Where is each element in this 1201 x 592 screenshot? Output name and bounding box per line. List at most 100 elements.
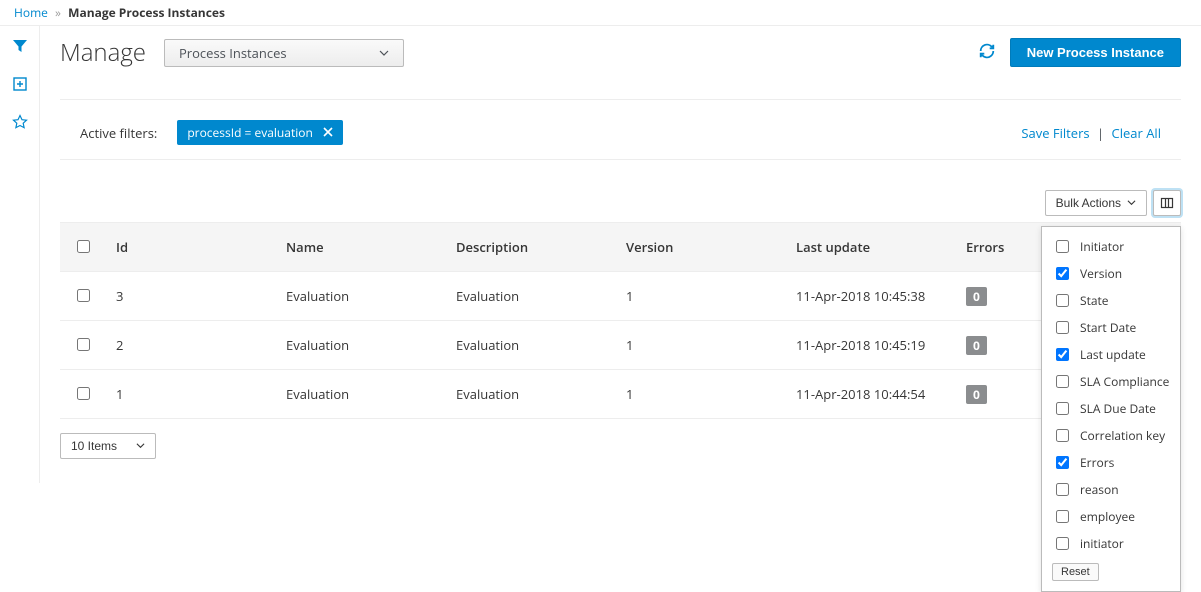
cell-last-update: 11-Apr-2018 10:45:38 — [786, 272, 956, 321]
breadcrumb-current: Manage Process Instances — [68, 4, 225, 21]
cell-id: 2 — [106, 321, 276, 370]
column-option[interactable]: Errors — [1052, 449, 1170, 476]
column-option-label: Correlation key — [1080, 427, 1165, 444]
col-header-last-update[interactable]: Last update — [786, 223, 956, 272]
cell-description: Evaluation — [446, 370, 616, 419]
breadcrumb: Home » Manage Process Instances — [0, 0, 1201, 25]
left-rail — [0, 26, 40, 483]
col-header-description[interactable]: Description — [446, 223, 616, 272]
column-option[interactable]: Version — [1052, 260, 1170, 287]
save-filters-link[interactable]: Save Filters — [1021, 124, 1089, 142]
table-header-row: Id Name Description Version Last update … — [60, 223, 1181, 272]
filter-chip[interactable]: processId = evaluation — [177, 120, 343, 145]
column-option[interactable]: initiator — [1052, 530, 1170, 557]
column-option-label: employee — [1080, 508, 1135, 525]
column-option-checkbox[interactable] — [1056, 321, 1069, 334]
chevron-down-icon — [136, 439, 145, 453]
column-option[interactable]: Correlation key — [1052, 422, 1170, 449]
cell-description: Evaluation — [446, 321, 616, 370]
column-option-label: Version — [1080, 265, 1122, 282]
table-row[interactable]: 3EvaluationEvaluation111-Apr-2018 10:45:… — [60, 272, 1181, 321]
row-checkbox[interactable] — [77, 387, 90, 400]
cell-last-update: 11-Apr-2018 10:45:19 — [786, 321, 956, 370]
clear-all-link[interactable]: Clear All — [1112, 124, 1161, 142]
column-option-label: State — [1080, 292, 1109, 309]
expand-icon[interactable] — [12, 76, 28, 96]
column-option-label: Start Date — [1080, 319, 1136, 336]
filter-icon[interactable] — [12, 38, 28, 58]
process-table: Id Name Description Version Last update … — [60, 222, 1181, 419]
column-option-checkbox[interactable] — [1056, 402, 1069, 415]
column-option-checkbox[interactable] — [1056, 294, 1069, 307]
cell-version: 1 — [616, 370, 786, 419]
table-toolbar: Bulk Actions — [60, 190, 1181, 216]
column-option-checkbox[interactable] — [1056, 537, 1069, 550]
page-size-select[interactable]: 10 Items — [60, 433, 156, 459]
column-option-checkbox[interactable] — [1056, 483, 1069, 496]
column-option-label: Last update — [1080, 346, 1146, 363]
perspective-select-label: Process Instances — [179, 44, 287, 62]
chevron-down-icon — [379, 44, 389, 62]
column-option-checkbox[interactable] — [1056, 240, 1069, 253]
star-icon[interactable] — [12, 114, 28, 134]
errors-badge: 0 — [966, 287, 987, 306]
cell-version: 1 — [616, 321, 786, 370]
column-option-label: Errors — [1080, 454, 1114, 471]
col-header-errors[interactable]: Errors — [956, 223, 1026, 272]
col-header-id[interactable]: Id — [106, 223, 276, 272]
perspective-select[interactable]: Process Instances — [164, 39, 404, 67]
breadcrumb-home[interactable]: Home — [14, 4, 48, 21]
cell-id: 3 — [106, 272, 276, 321]
cell-name: Evaluation — [276, 272, 446, 321]
select-all-checkbox[interactable] — [77, 240, 90, 253]
breadcrumb-separator: » — [51, 4, 65, 21]
column-option-checkbox[interactable] — [1056, 267, 1069, 280]
cell-name: Evaluation — [276, 370, 446, 419]
column-option-checkbox[interactable] — [1056, 375, 1069, 388]
bulk-actions-label: Bulk Actions — [1056, 196, 1121, 210]
column-option-checkbox[interactable] — [1056, 429, 1069, 442]
column-option[interactable]: reason — [1052, 476, 1170, 503]
column-option-checkbox[interactable] — [1056, 456, 1069, 469]
row-checkbox[interactable] — [77, 338, 90, 351]
close-icon[interactable] — [323, 124, 333, 141]
cell-description: Evaluation — [446, 272, 616, 321]
active-filters-label: Active filters: — [80, 124, 157, 142]
column-option-checkbox[interactable] — [1056, 348, 1069, 361]
cell-name: Evaluation — [276, 321, 446, 370]
table-footer: 10 Items — [60, 433, 1181, 459]
filter-bar: Active filters: processId = evaluation S… — [60, 106, 1181, 160]
column-option-label: reason — [1080, 481, 1119, 498]
column-option[interactable]: SLA Due Date — [1052, 395, 1170, 422]
column-option-label: SLA Due Date — [1080, 400, 1156, 417]
column-reset-button[interactable]: Reset — [1052, 563, 1099, 581]
column-option-label: Initiator — [1080, 238, 1124, 255]
table-row[interactable]: 2EvaluationEvaluation111-Apr-2018 10:45:… — [60, 321, 1181, 370]
column-option[interactable]: Initiator — [1052, 233, 1170, 260]
filter-chip-label: processId = evaluation — [187, 124, 313, 141]
column-option[interactable]: Last update — [1052, 341, 1170, 368]
row-checkbox[interactable] — [77, 289, 90, 302]
divider: | — [1093, 124, 1108, 142]
bulk-actions-button[interactable]: Bulk Actions — [1045, 190, 1147, 216]
col-header-name[interactable]: Name — [276, 223, 446, 272]
errors-badge: 0 — [966, 336, 987, 355]
column-option[interactable]: Start Date — [1052, 314, 1170, 341]
column-picker-button[interactable] — [1153, 190, 1181, 216]
column-picker-menu: Initiator Version State Start Date Last upda… — [1041, 226, 1181, 592]
column-option[interactable]: State — [1052, 287, 1170, 314]
cell-last-update: 11-Apr-2018 10:44:54 — [786, 370, 956, 419]
cell-id: 1 — [106, 370, 276, 419]
column-option[interactable]: SLA Compliance — [1052, 368, 1170, 395]
col-header-version[interactable]: Version — [616, 223, 786, 272]
table-row[interactable]: 1EvaluationEvaluation111-Apr-2018 10:44:… — [60, 370, 1181, 419]
page-size-label: 10 Items — [71, 439, 117, 453]
column-option[interactable]: employee — [1052, 503, 1170, 530]
errors-badge: 0 — [966, 385, 987, 404]
column-option-checkbox[interactable] — [1056, 510, 1069, 523]
refresh-icon[interactable] — [978, 42, 996, 64]
new-process-instance-button[interactable]: New Process Instance — [1010, 38, 1181, 67]
cell-version: 1 — [616, 272, 786, 321]
header: Manage Process Instances New Process Ins… — [60, 36, 1181, 100]
column-option-label: SLA Compliance — [1080, 373, 1169, 390]
